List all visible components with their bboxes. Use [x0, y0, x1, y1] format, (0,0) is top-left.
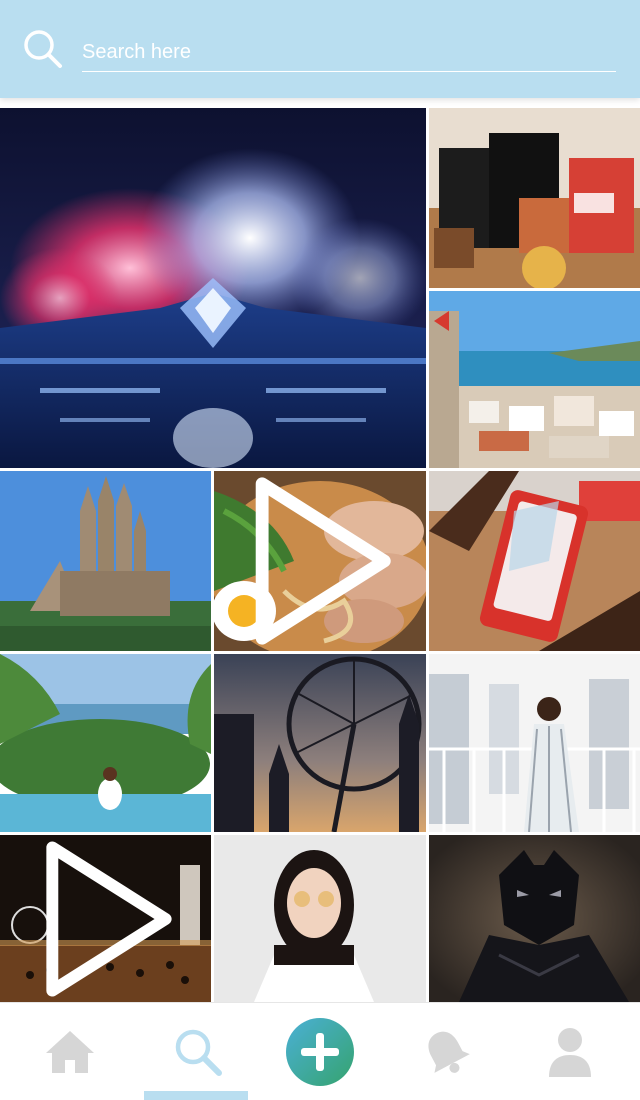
- coastal-town-image: [429, 291, 640, 468]
- explore-tile-beach-pool[interactable]: [0, 654, 211, 832]
- explore-tile-woman-on-balcony[interactable]: [429, 654, 640, 832]
- search-icon: [175, 1029, 222, 1076]
- nav-notifications[interactable]: [382, 1003, 510, 1100]
- video-play-icon: [45, 840, 172, 997]
- explore-tile-cathedral[interactable]: [0, 471, 211, 651]
- woman-portrait-image: [214, 835, 426, 1002]
- bell-icon: [428, 1031, 470, 1073]
- search-input[interactable]: [82, 34, 616, 71]
- explore-grid: [0, 108, 640, 1002]
- nav-home[interactable]: [6, 1003, 134, 1100]
- explore-tile-fireworks-stage[interactable]: [0, 108, 426, 468]
- nav-add-post[interactable]: [256, 1003, 384, 1100]
- explore-tile-ramen-bowl[interactable]: [214, 471, 426, 651]
- explore-tile-shopping-bags[interactable]: [429, 108, 640, 288]
- nav-search[interactable]: [134, 1003, 262, 1100]
- search-field[interactable]: [82, 34, 616, 72]
- explore-tile-ferris-wheel-sunset[interactable]: [214, 654, 426, 832]
- shopping-bags-image: [429, 108, 640, 288]
- woman-on-balcony-image: [429, 654, 640, 832]
- top-search-bar: [0, 0, 640, 98]
- beach-pool-image: [0, 654, 211, 832]
- ferris-wheel-sunset-image: [214, 654, 426, 832]
- bottom-navigation: [0, 1002, 640, 1100]
- explore-tile-black-panther[interactable]: [429, 835, 640, 1002]
- black-panther-image: [429, 835, 640, 1002]
- video-play-icon: [255, 477, 391, 645]
- explore-tile-night-marathon[interactable]: [0, 835, 211, 1002]
- active-tab-indicator: [144, 1091, 248, 1100]
- profile-icon: [549, 1028, 591, 1077]
- home-icon: [46, 1031, 94, 1073]
- phone-screen-protector-image: [429, 471, 640, 651]
- explore-tile-phone-screen-protector[interactable]: [429, 471, 640, 651]
- nav-profile[interactable]: [506, 1003, 634, 1100]
- cathedral-image: [0, 471, 211, 651]
- explore-tile-woman-portrait[interactable]: [214, 835, 426, 1002]
- search-icon[interactable]: [22, 28, 64, 70]
- plus-icon: [286, 1018, 354, 1086]
- explore-tile-coastal-town[interactable]: [429, 291, 640, 468]
- fireworks-stage-image: [0, 108, 426, 468]
